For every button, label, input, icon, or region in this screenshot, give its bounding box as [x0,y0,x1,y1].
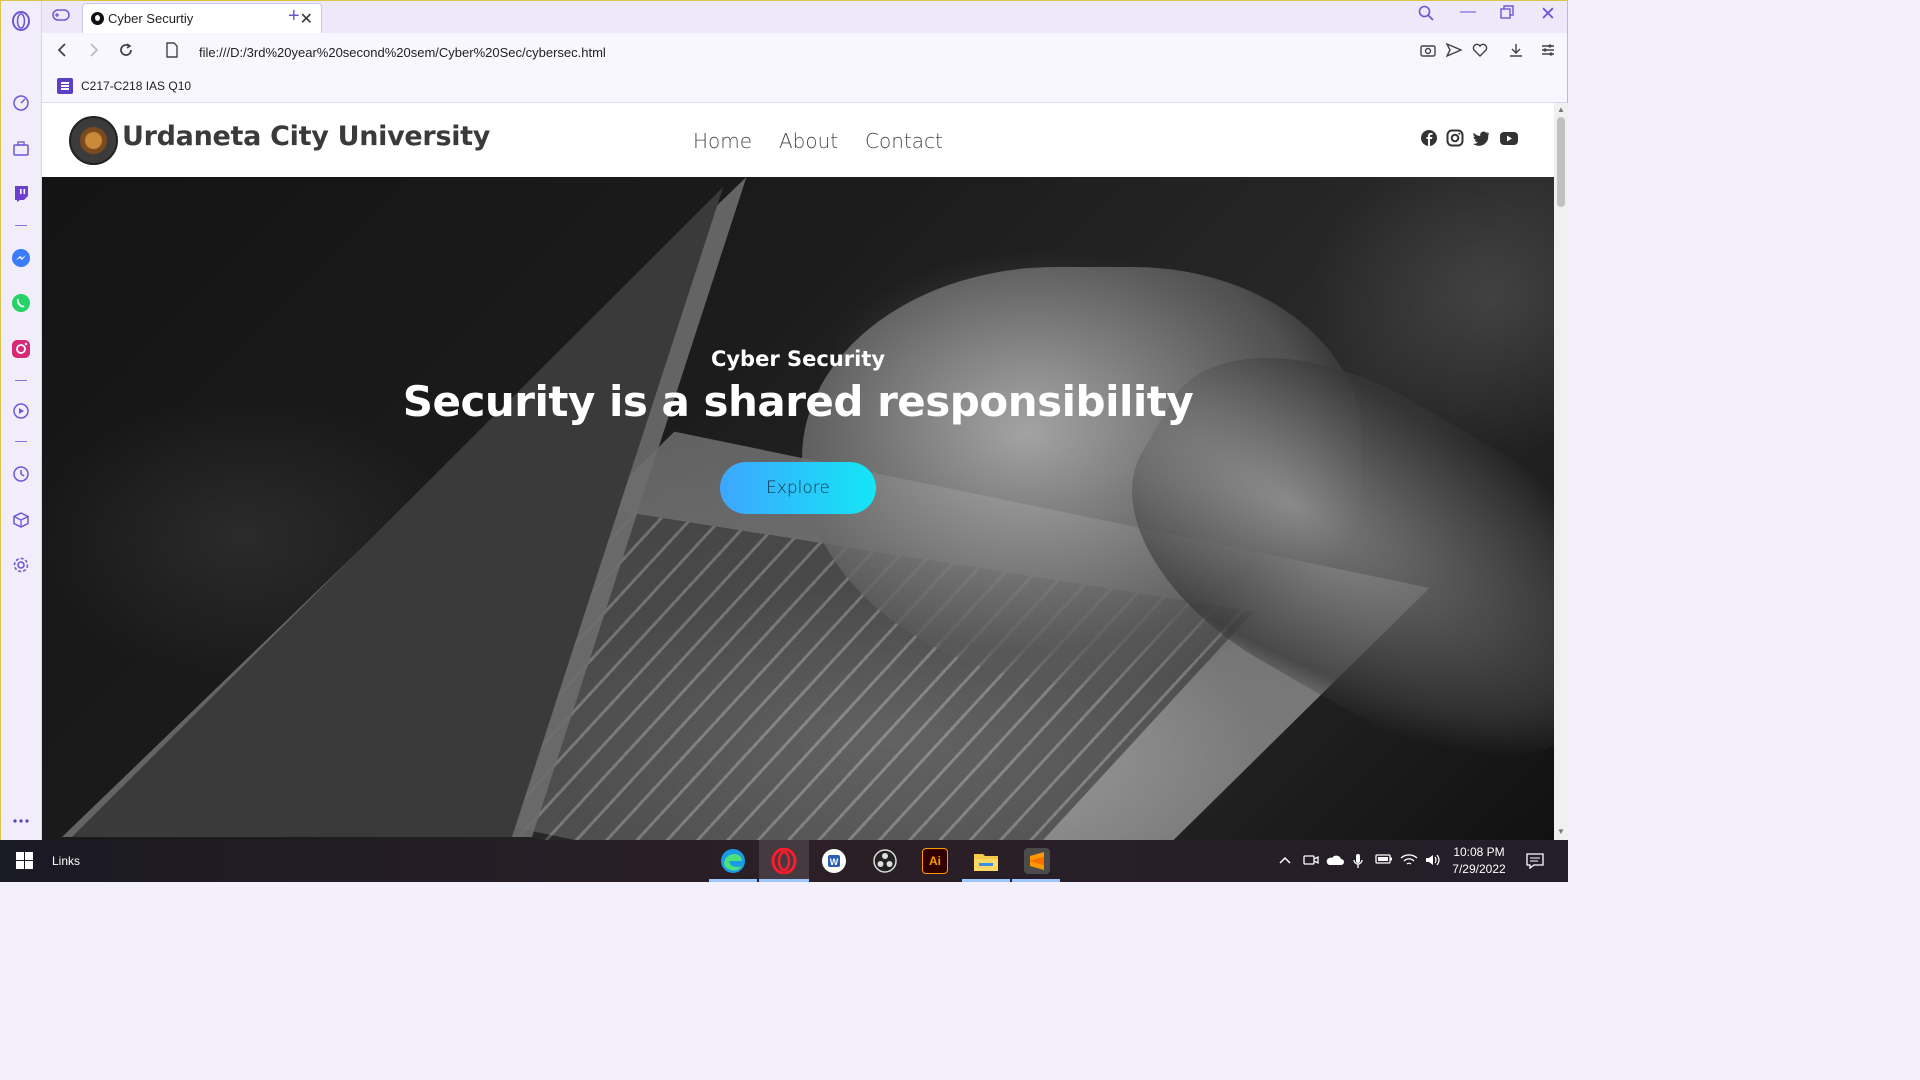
clock-date: 7/29/2022 [1452,862,1506,876]
nav-contact[interactable]: Contact [865,129,943,153]
taskbar-open-indicator [759,879,809,882]
speed-dial-icon[interactable] [11,93,31,113]
twitch-icon[interactable] [11,184,31,204]
clock-time: 10:08 PM [1453,845,1505,859]
settings-icon[interactable] [11,555,31,575]
search-tabs-icon[interactable] [1418,5,1434,26]
windows-taskbar: Links W Ai 10:08 PM 7/29/2022 [0,840,1568,882]
hero-title: Security is a shared responsibility [402,377,1194,426]
player-icon[interactable] [11,401,31,421]
twitter-icon[interactable] [1472,129,1490,147]
tab-favicon-icon [91,12,104,25]
hero-subtitle: Cyber Security [710,347,886,371]
gamepad-icon[interactable] [52,8,70,27]
whatsapp-icon[interactable] [11,293,31,313]
scroll-up-icon[interactable]: ▲ [1557,105,1565,114]
taskbar-open-indicator [709,879,757,882]
sidebar-separator [15,380,27,381]
bookmarks-bar: C217-C218 IAS Q10 [42,71,1567,103]
site-header: Urdaneta City University Home About Cont… [42,103,1554,177]
university-logo[interactable] [69,116,118,165]
taskbar-open-indicator [962,879,1010,882]
tab-title: Cyber Securtiy [108,11,194,26]
scroll-down-icon[interactable]: ▼ [1557,827,1565,836]
more-icon[interactable] [11,811,31,831]
close-window-icon[interactable]: ✕ [1540,3,1556,26]
sidebar-separator [15,441,27,442]
sidebar-separator [15,225,27,226]
reload-icon[interactable] [118,42,134,63]
browser-window: Cyber Securtiy ✕ + — ✕ file:///D:/3rd%20… [0,0,1568,841]
word-icon[interactable]: W [821,848,847,874]
forward-icon[interactable] [88,42,100,63]
taskbar-open-indicator [1012,879,1060,882]
windows-start-icon[interactable] [16,852,33,869]
taskbar-clock[interactable]: 10:08 PM 7/29/2022 [1444,844,1514,878]
briefcase-icon[interactable] [11,139,31,159]
messenger-icon[interactable] [11,248,31,268]
page-scrollbar[interactable]: ▲ ▼ [1554,103,1568,840]
notifications-icon[interactable] [1526,853,1544,872]
bookmark-form-icon [57,78,73,94]
send-icon[interactable] [1445,42,1463,62]
history-icon[interactable] [11,464,31,484]
onedrive-icon[interactable] [1325,853,1345,870]
file-explorer-icon[interactable] [973,848,999,874]
show-hidden-icons[interactable] [1278,853,1292,868]
address-bar: file:///D:/3rd%20year%20second%20sem/Cyb… [42,33,1567,71]
tab-close-icon[interactable]: ✕ [300,9,313,29]
facebook-icon[interactable] [1420,129,1438,147]
heart-icon[interactable] [1472,43,1488,62]
youtube-icon[interactable] [1499,129,1518,147]
restore-icon[interactable] [1500,5,1514,24]
meet-now-icon[interactable] [1303,853,1319,870]
illustrator-icon[interactable]: Ai [922,848,948,874]
opera-sidebar [1,1,42,841]
url-field[interactable]: file:///D:/3rd%20year%20second%20sem/Cyb… [199,45,606,60]
microphone-icon[interactable] [1352,853,1364,872]
links-toolbar[interactable]: Links [52,854,80,868]
instagram-icon[interactable] [1446,129,1464,147]
scrollbar-thumb[interactable] [1557,117,1565,207]
bookmark-item[interactable]: C217-C218 IAS Q10 [81,79,191,93]
instagram-sidebar-icon[interactable] [11,339,31,359]
volume-icon[interactable] [1424,853,1442,870]
sublime-text-icon[interactable] [1024,848,1050,874]
nav-home[interactable]: Home [693,129,752,153]
obs-icon[interactable] [872,848,898,874]
snapshot-icon[interactable] [1420,43,1436,62]
hero-section: Cyber Security Security is a shared resp… [42,177,1554,840]
tab-active[interactable]: Cyber Securtiy ✕ [82,3,322,33]
tab-strip: Cyber Securtiy ✕ + — ✕ [42,1,1567,33]
svg-text:W: W [830,857,839,867]
back-icon[interactable] [56,42,68,63]
opera-icon[interactable] [771,848,797,874]
download-icon[interactable] [1508,43,1524,62]
new-tab-icon[interactable]: + [288,5,300,28]
easy-setup-icon[interactable] [1540,43,1556,62]
nav-about[interactable]: About [779,129,838,153]
page-info-icon[interactable] [166,42,178,63]
page-viewport: Urdaneta City University Home About Cont… [42,103,1554,840]
extensions-icon[interactable] [11,510,31,530]
wifi-icon[interactable] [1400,853,1418,870]
edge-icon[interactable] [720,848,746,874]
minimize-icon[interactable]: — [1460,3,1476,21]
opera-menu-icon[interactable] [11,11,31,31]
battery-icon[interactable] [1375,853,1393,868]
explore-button[interactable]: Explore [720,462,876,514]
university-name[interactable]: Urdaneta City University [122,121,490,152]
